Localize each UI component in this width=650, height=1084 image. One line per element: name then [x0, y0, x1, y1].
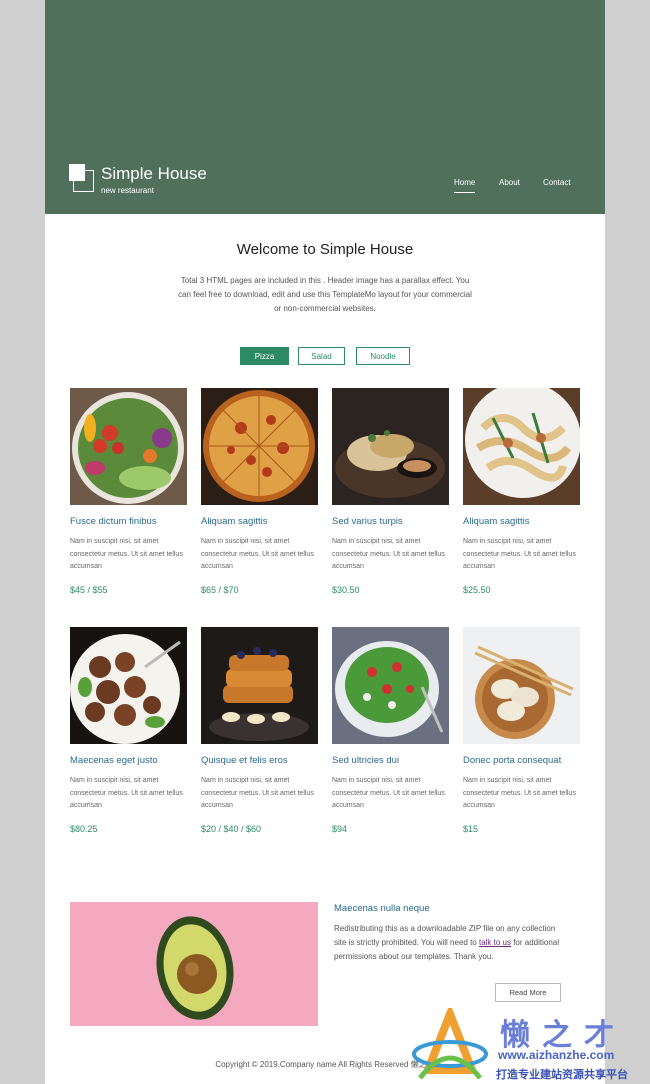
watermark-slogan: 打造专业建站资源共享平台	[496, 1069, 628, 1081]
feature-text: Redistributing this as a downloadable ZI…	[334, 922, 564, 964]
menu-item-desc: Nam in suscipit nisi, sit amet consectet…	[70, 538, 183, 571]
feature-title: Maecenas nulla neque	[334, 903, 430, 914]
menu-item-desc: Nam in suscipit nisi, sit amet consectet…	[463, 538, 576, 571]
menu-item-desc: Nam in suscipit nisi, sit amet consectet…	[201, 777, 314, 810]
menu-item-title[interactable]: Sed ultricies dui	[332, 755, 399, 766]
menu-item-title[interactable]: Maecenas eget justo	[70, 755, 158, 766]
menu-item-title[interactable]: Quisque et felis eros	[201, 755, 288, 766]
salad-bowl-image	[70, 388, 187, 505]
nav-contact[interactable]: Contact	[543, 178, 571, 187]
tab-salad[interactable]: Salad	[298, 347, 345, 365]
menu-item-price: $80.25	[70, 824, 98, 834]
menu-item-desc: Nam in suscipit nisi, sit amet consectet…	[463, 777, 576, 810]
avocado-image	[70, 902, 318, 1026]
menu-item-title[interactable]: Aliquam sagittis	[201, 516, 268, 527]
pasta-image	[463, 388, 580, 505]
menu-item-price: $25.50	[463, 585, 491, 595]
menu-item-desc: Nam in suscipit nisi, sit amet consectet…	[332, 538, 445, 571]
tab-pizza[interactable]: Pizza	[240, 347, 289, 365]
grilled-chicken-image	[332, 388, 449, 505]
watermark-url: www.aizhanzhe.com	[498, 1048, 615, 1062]
meatballs-image	[70, 627, 187, 744]
menu-item-price: $65 / $70	[201, 585, 239, 595]
green-salad-image	[332, 627, 449, 744]
watermark: 懒之才 www.aizhanzhe.com 打造专业建站资源共享平台	[410, 1008, 650, 1084]
pizza-image	[201, 388, 318, 505]
nav-about[interactable]: About	[499, 178, 520, 187]
talk-to-us-link[interactable]: talk to us	[479, 938, 511, 947]
watermark-logo-icon	[412, 1008, 488, 1080]
menu-item-desc: Nam in suscipit nisi, sit amet consectet…	[201, 538, 314, 571]
french-toast-image	[201, 627, 318, 744]
menu-item-price: $30.50	[332, 585, 360, 595]
welcome-title: Welcome to Simple House	[236, 241, 414, 258]
welcome-text: Total 3 HTML pages are included in this …	[178, 276, 472, 313]
menu-item-title[interactable]: Sed varius turpis	[332, 516, 403, 527]
menu-item-price: $94	[332, 824, 348, 834]
page: Simple House new restaurant Home About C…	[45, 0, 605, 1084]
menu-item-title[interactable]: Donec porta consequat	[463, 755, 561, 766]
menu-item-price: $15	[463, 824, 479, 834]
hero-header: Simple House new restaurant Home About C…	[45, 0, 605, 214]
read-more-button[interactable]: Read More	[495, 983, 561, 1002]
tab-noodle[interactable]: Noodle	[356, 347, 410, 365]
menu-item-title[interactable]: Aliquam sagittis	[463, 516, 530, 527]
nav-home[interactable]: Home	[454, 178, 476, 193]
menu-item-price: $20 / $40 / $60	[201, 824, 262, 834]
menu-item-price: $45 / $55	[70, 585, 108, 595]
menu-item-desc: Nam in suscipit nisi, sit amet consectet…	[70, 777, 183, 810]
menu-item-title[interactable]: Fusce dictum finibus	[70, 516, 157, 527]
logo-icon[interactable]	[69, 164, 95, 194]
brand-title[interactable]: Simple House	[101, 164, 207, 184]
menu-item-desc: Nam in suscipit nisi, sit amet consectet…	[332, 777, 445, 810]
dumplings-image	[463, 627, 580, 744]
brand-subtitle: new restaurant	[101, 186, 154, 195]
